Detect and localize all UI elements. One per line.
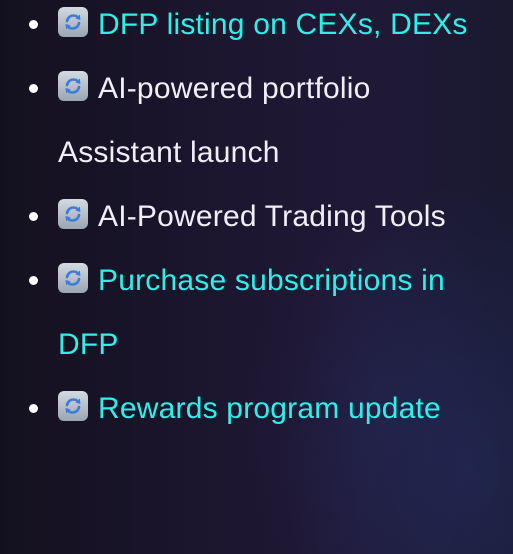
- list-item: Purchase subscriptions in DFP: [0, 249, 513, 377]
- roadmap-item-label: AI-Powered Trading Tools: [98, 200, 446, 233]
- list-item: AI-Powered Trading Tools: [0, 185, 513, 249]
- roadmap-list: DFP listing on CEXs, DEXs AI-powered por…: [0, 0, 513, 448]
- list-item: AI-powered portfolio Assistant launch: [0, 57, 513, 185]
- list-item: DFP listing on CEXs, DEXs: [0, 0, 513, 57]
- bullet-dot: [29, 276, 38, 285]
- refresh-icon: [58, 263, 88, 293]
- bullet-dot: [29, 20, 38, 29]
- roadmap-item-label: DFP listing on CEXs, DEXs: [98, 8, 468, 41]
- bullet-dot: [29, 404, 38, 413]
- refresh-icon: [58, 7, 88, 37]
- refresh-icon: [58, 199, 88, 229]
- roadmap-item-label: AI-powered portfolio Assistant launch: [58, 72, 371, 169]
- roadmap-item-label: Purchase subscriptions in DFP: [58, 264, 445, 361]
- list-item: Rewards program update: [0, 377, 513, 441]
- refresh-icon: [58, 71, 88, 101]
- bullet-dot: [29, 212, 38, 221]
- roadmap-item-label: Rewards program update: [98, 392, 441, 425]
- refresh-icon: [58, 391, 88, 421]
- bullet-dot: [29, 84, 38, 93]
